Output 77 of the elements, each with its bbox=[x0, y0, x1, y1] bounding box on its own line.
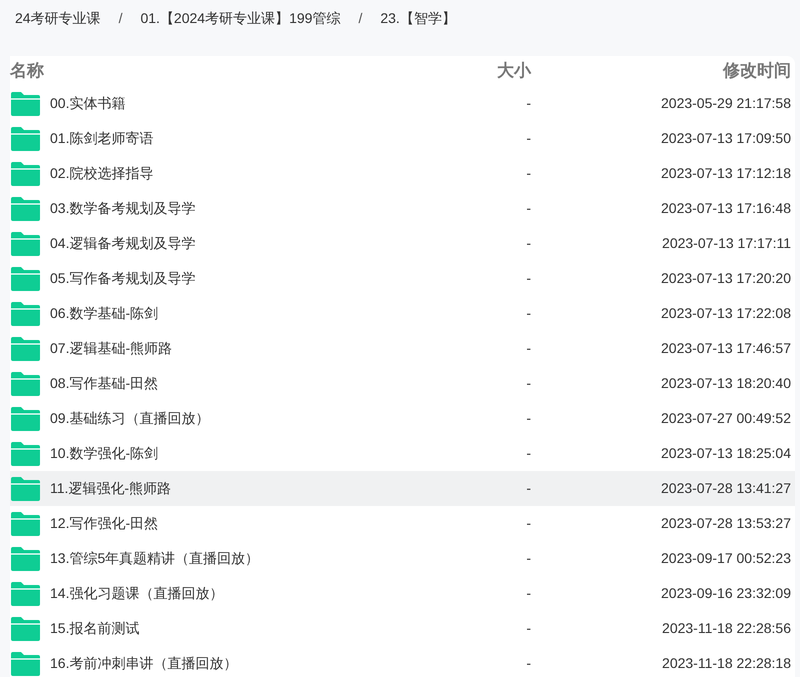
folder-name[interactable]: 13.管综5年真题精讲（直播回放） bbox=[50, 548, 260, 569]
modified-time: 2023-07-13 17:12:18 bbox=[661, 165, 791, 181]
folder-name[interactable]: 09.基础练习（直播回放） bbox=[50, 408, 210, 429]
size-cell: - bbox=[526, 585, 531, 601]
folder-icon bbox=[11, 92, 40, 116]
size-cell: - bbox=[526, 550, 531, 566]
column-header[interactable]: 修改时间 bbox=[531, 58, 791, 84]
folder-icon bbox=[11, 616, 40, 640]
size-cell: - bbox=[526, 655, 531, 671]
folder-icon bbox=[11, 406, 40, 430]
breadcrumb-separator: / bbox=[118, 8, 122, 28]
folder-name[interactable]: 07.逻辑基础-熊师路 bbox=[50, 338, 172, 359]
folder-icon bbox=[11, 476, 40, 500]
column-header[interactable]: 名称 bbox=[10, 58, 451, 84]
folder-name[interactable]: 01.陈剑老师寄语 bbox=[50, 128, 154, 149]
size-cell: - bbox=[526, 445, 531, 461]
modified-time: 2023-05-29 21:17:58 bbox=[661, 95, 791, 111]
modified-time: 2023-09-16 23:32:09 bbox=[661, 585, 791, 601]
modified-time: 2023-11-18 22:28:18 bbox=[662, 655, 791, 671]
size-cell: - bbox=[526, 375, 531, 391]
folder-icon bbox=[11, 336, 40, 360]
modified-time: 2023-07-13 17:46:57 bbox=[661, 340, 791, 356]
size-cell: - bbox=[526, 95, 531, 111]
folder-icon bbox=[11, 442, 40, 466]
folder-icon bbox=[11, 372, 40, 396]
size-cell: - bbox=[526, 235, 531, 251]
folder-icon bbox=[11, 266, 40, 290]
breadcrumb-separator: / bbox=[358, 8, 362, 28]
breadcrumb-link[interactable]: 01.【2024考研专业课】199管综 bbox=[140, 8, 340, 28]
folder-name[interactable]: 04.逻辑备考规划及导学 bbox=[50, 233, 196, 254]
size-cell: - bbox=[526, 130, 531, 146]
folder-name[interactable]: 06.数学基础-陈剑 bbox=[50, 303, 158, 324]
size-cell: - bbox=[526, 165, 531, 181]
folder-icon bbox=[11, 162, 40, 186]
folder-name[interactable]: 05.写作备考规划及导学 bbox=[50, 268, 196, 289]
folder-name[interactable]: 11.逻辑强化-熊师路 bbox=[50, 478, 172, 499]
size-cell: - bbox=[526, 515, 531, 531]
folder-name[interactable]: 03.数学备考规划及导学 bbox=[50, 198, 196, 219]
modified-time: 2023-09-17 00:52:23 bbox=[661, 550, 791, 566]
size-cell: - bbox=[526, 200, 531, 216]
folder-name[interactable]: 16.考前冲刺串讲（直播回放） bbox=[50, 653, 238, 674]
modified-time: 2023-07-13 17:20:20 bbox=[661, 270, 791, 286]
folder-name[interactable]: 14.强化习题课（直播回放） bbox=[50, 583, 224, 604]
folder-name[interactable]: 15.报名前测试 bbox=[50, 618, 140, 639]
folder-icon bbox=[11, 232, 40, 256]
modified-time: 2023-07-28 13:41:27 bbox=[661, 480, 791, 496]
modified-time: 2023-07-13 17:17:11 bbox=[662, 235, 791, 251]
folder-name[interactable]: 00.实体书籍 bbox=[50, 93, 126, 114]
folder-icon bbox=[11, 546, 40, 570]
modified-time: 2023-07-28 13:53:27 bbox=[661, 515, 791, 531]
size-cell: - bbox=[526, 410, 531, 426]
folder-name[interactable]: 08.写作基础-田然 bbox=[50, 373, 158, 394]
size-cell: - bbox=[526, 620, 531, 636]
size-cell: - bbox=[526, 270, 531, 286]
folder-icon bbox=[11, 196, 40, 220]
size-cell: - bbox=[526, 305, 531, 321]
modified-time: 2023-07-13 17:22:08 bbox=[661, 305, 791, 321]
breadcrumb-link[interactable]: 23.【智学】 bbox=[380, 8, 456, 28]
folder-name[interactable]: 12.写作强化-田然 bbox=[50, 513, 158, 534]
folder-icon bbox=[11, 652, 40, 676]
modified-time: 2023-07-27 00:49:52 bbox=[661, 410, 791, 426]
file-row[interactable]: 11.逻辑强化-熊师路 - 2023-07-28 13:41:27 bbox=[10, 471, 795, 506]
column-header[interactable]: 大小 bbox=[451, 58, 531, 84]
folder-icon bbox=[11, 302, 40, 326]
breadcrumb-link[interactable]: 24考研专业课 bbox=[15, 8, 101, 28]
folder-icon bbox=[11, 582, 40, 606]
folder-icon bbox=[11, 512, 40, 536]
modified-time: 2023-07-13 18:20:40 bbox=[661, 375, 791, 391]
size-cell: - bbox=[526, 480, 531, 496]
folder-name[interactable]: 10.数学强化-陈剑 bbox=[50, 443, 158, 464]
modified-time: 2023-07-13 18:25:04 bbox=[661, 445, 791, 461]
size-cell: - bbox=[526, 340, 531, 356]
folder-name[interactable]: 02.院校选择指导 bbox=[50, 163, 154, 184]
modified-time: 2023-07-13 17:16:48 bbox=[661, 200, 791, 216]
modified-time: 2023-07-13 17:09:50 bbox=[661, 130, 791, 146]
folder-icon bbox=[11, 126, 40, 150]
modified-time: 2023-11-18 22:28:56 bbox=[662, 620, 791, 636]
